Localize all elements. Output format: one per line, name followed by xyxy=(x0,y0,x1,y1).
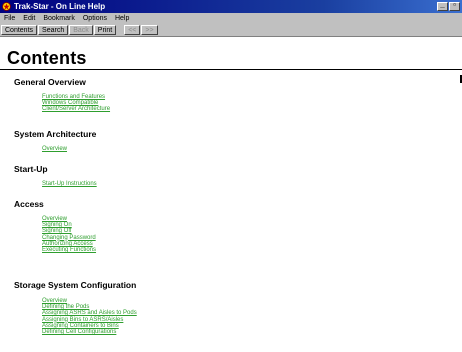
link-changing-password[interactable]: Changing Password xyxy=(42,235,96,241)
search-button[interactable]: Search xyxy=(38,25,69,35)
link-client-server-architecture[interactable]: Client/Server Architecture xyxy=(42,106,110,112)
link-assigning-bins-to-asrs-aisles[interactable]: Assigning Bins to ASRS/Aisles xyxy=(42,317,137,323)
menu-options[interactable]: Options xyxy=(79,13,111,24)
storage-system-configuration-links: Overview Defining the Pods Assigning ASR… xyxy=(42,298,137,335)
section-heading-access: Access xyxy=(14,199,44,209)
section-heading-general-overview: General Overview xyxy=(14,77,86,87)
title-bar[interactable]: Trak-Star - On Line Help _ ▫ xyxy=(0,0,462,13)
section-heading-system-architecture: System Architecture xyxy=(14,129,97,139)
menu-help[interactable]: Help xyxy=(111,13,133,24)
minimize-icon: _ xyxy=(440,0,445,9)
print-button[interactable]: Print xyxy=(93,25,117,35)
menu-edit[interactable]: Edit xyxy=(19,13,39,24)
menu-bar: File Edit Bookmark Options Help xyxy=(0,13,462,24)
contents-button[interactable]: Contents xyxy=(1,25,38,35)
back-button[interactable]: Back xyxy=(69,25,93,35)
link-defining-cell-configurations[interactable]: Defining Cell Configurations xyxy=(42,329,137,335)
section-heading-storage-system-configuration: Storage System Configuration xyxy=(14,280,137,290)
page-title: Contents xyxy=(7,48,87,68)
link-assigning-asrs-and-aisles-to-pods[interactable]: Assigning ASRS and Aisles to Pods xyxy=(42,310,137,316)
link-system-architecture-overview[interactable]: Overview xyxy=(42,146,67,152)
link-executing-functions[interactable]: Executing Functions xyxy=(42,247,96,253)
minimize-button[interactable]: _ xyxy=(437,0,448,11)
link-start-up-instructions[interactable]: Start-Up Instructions xyxy=(42,181,97,187)
app-icon[interactable] xyxy=(2,2,11,11)
menu-file[interactable]: File xyxy=(0,13,19,24)
title-divider xyxy=(0,69,462,70)
maximize-button[interactable]: ▫ xyxy=(449,0,460,11)
window-title: Trak-Star - On Line Help xyxy=(14,2,106,11)
browse-forward-button[interactable]: >> xyxy=(141,25,158,35)
maximize-icon: ▫ xyxy=(453,0,456,9)
access-links: Overview Signing On Signing Off Changing… xyxy=(42,216,96,253)
window-controls: _ ▫ xyxy=(437,0,460,11)
menu-bookmark[interactable]: Bookmark xyxy=(39,13,79,24)
help-toolbar: Contents Search Back Print << >> xyxy=(0,24,462,37)
general-overview-links: Functions and Features Windows Compatibl… xyxy=(42,94,110,113)
help-window: Trak-Star - On Line Help _ ▫ File Edit B… xyxy=(0,0,462,352)
start-up-links: Start-Up Instructions xyxy=(42,181,97,187)
help-content-pane[interactable]: Contents General Overview Functions and … xyxy=(0,37,462,352)
section-heading-start-up: Start-Up xyxy=(14,164,48,174)
system-architecture-links: Overview xyxy=(42,146,67,152)
browse-back-button[interactable]: << xyxy=(124,25,141,35)
